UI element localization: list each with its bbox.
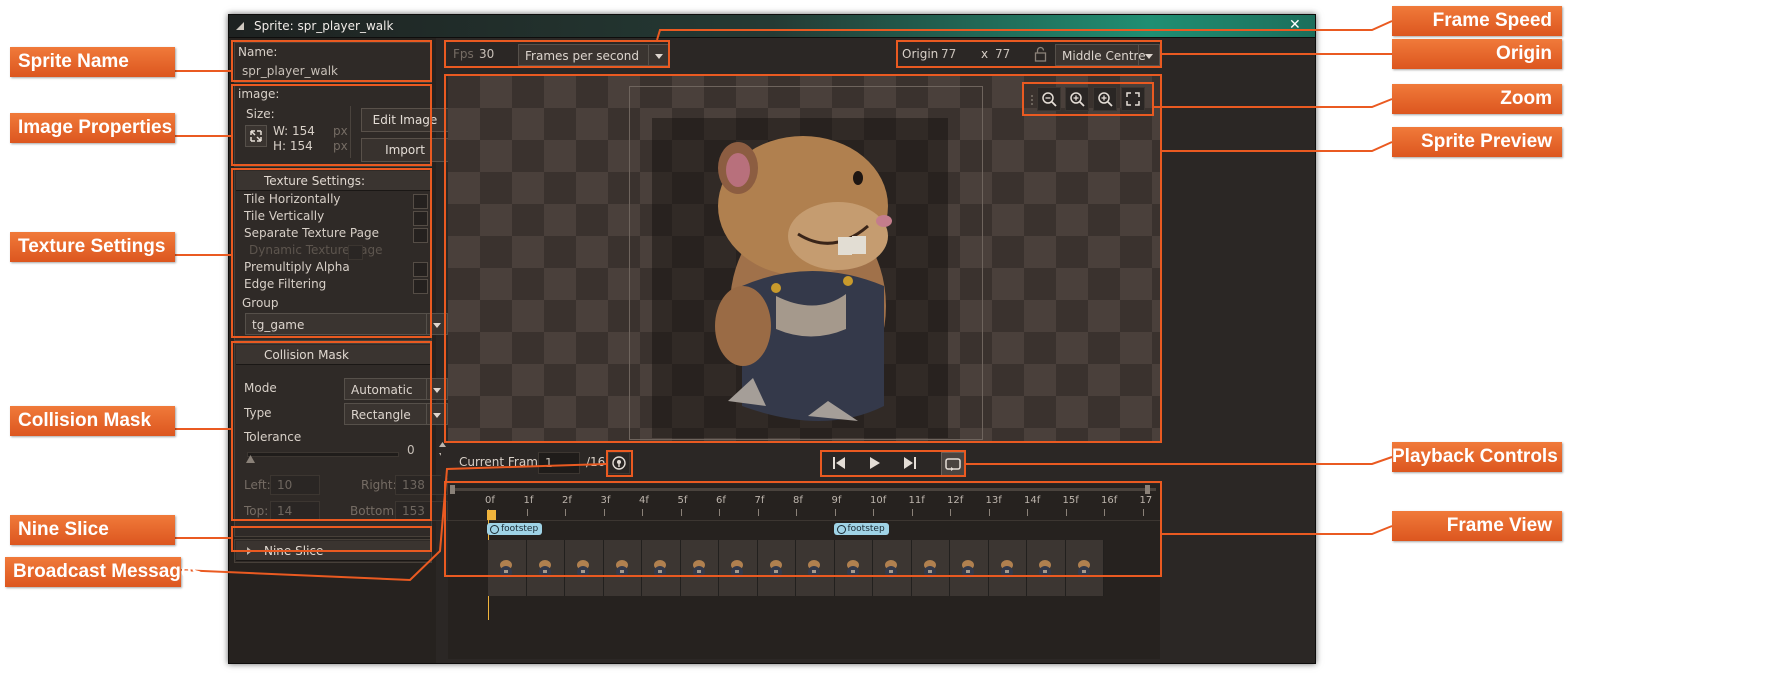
callout-playback-controls: Playback Controls xyxy=(1392,442,1562,472)
callout-image-properties: Image Properties xyxy=(10,113,175,143)
callout-zoom: Zoom xyxy=(1392,84,1562,114)
callout-frame-view: Frame View xyxy=(1392,511,1562,541)
callout-texture-settings: Texture Settings xyxy=(10,232,175,262)
callout-collision-mask: Collision Mask xyxy=(10,406,175,436)
callout-origin: Origin xyxy=(1392,39,1562,69)
callout-frame-speed: Frame Speed xyxy=(1392,6,1562,36)
callout-broadcast-messages: Broadcast Messages xyxy=(5,557,202,587)
callout-sprite-preview: Sprite Preview xyxy=(1392,127,1562,157)
callout-nine-slice: Nine Slice xyxy=(10,515,175,545)
callout-sprite-name: Sprite Name xyxy=(10,47,175,77)
